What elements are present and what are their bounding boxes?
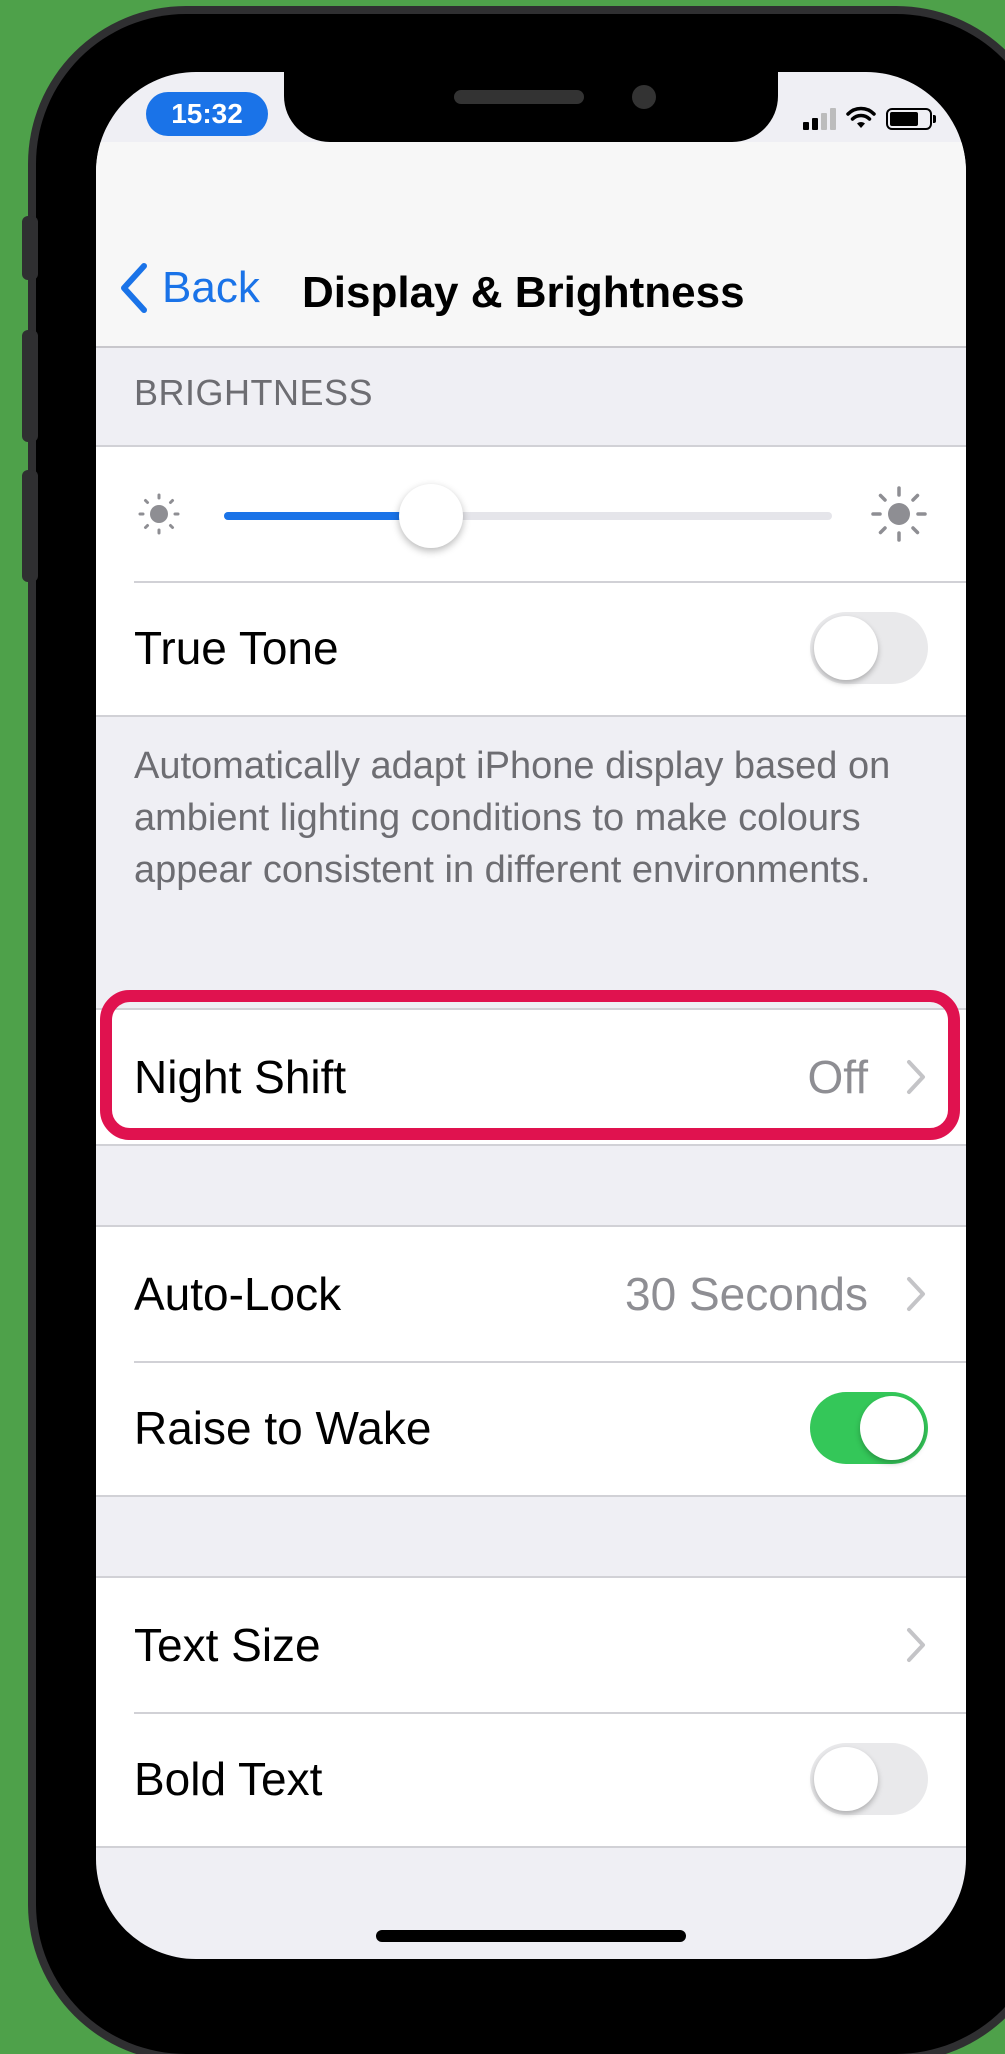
bold-text-label: Bold Text <box>134 1753 323 1805</box>
bold-text-row: Bold Text <box>96 1712 966 1846</box>
text-size-row[interactable]: Text Size <box>96 1578 966 1712</box>
night-shift-group: Night Shift Off <box>96 1008 966 1146</box>
page-title: Display & Brightness <box>302 268 745 317</box>
cellular-signal-icon <box>803 108 836 130</box>
true-tone-toggle[interactable] <box>810 612 928 684</box>
true-tone-label: True Tone <box>134 622 339 674</box>
text-size-label: Text Size <box>134 1619 321 1671</box>
raise-to-wake-row: Raise to Wake <box>96 1361 966 1495</box>
battery-icon <box>886 108 936 130</box>
brightness-group: True Tone <box>96 445 966 717</box>
status-icons <box>803 106 936 130</box>
true-tone-row: True Tone <box>96 581 966 715</box>
speaker-grille <box>454 90 584 104</box>
night-shift-value: Off <box>807 1051 868 1103</box>
auto-lock-label: Auto-Lock <box>134 1268 342 1320</box>
back-button[interactable]: Back <box>114 260 260 316</box>
back-label: Back <box>162 263 260 312</box>
chevron-left-icon <box>121 263 147 313</box>
night-shift-row[interactable]: Night Shift Off <box>96 1010 966 1144</box>
side-button-volume-down <box>22 470 38 582</box>
text-group: Text Size Bold Text <box>96 1576 966 1848</box>
screen: 15:32 Back Display & Brightness BRIGHTNE… <box>96 72 966 1959</box>
side-button-silent <box>22 216 38 280</box>
true-tone-footnote: Automatically adapt iPhone display based… <box>134 745 891 891</box>
chevron-right-icon <box>907 1060 925 1094</box>
toggle-knob <box>814 616 878 680</box>
chevron-right-icon <box>907 1277 925 1311</box>
status-time[interactable]: 15:32 <box>146 92 268 136</box>
chevron-right-icon <box>907 1628 925 1662</box>
raise-to-wake-label: Raise to Wake <box>134 1402 432 1454</box>
navigation-bar: Back Display & Brightness <box>96 142 966 348</box>
night-shift-label: Night Shift <box>134 1051 347 1103</box>
bold-text-toggle[interactable] <box>810 1743 928 1815</box>
sun-small-icon <box>138 493 180 535</box>
notch <box>284 72 778 142</box>
brightness-track[interactable] <box>224 512 832 520</box>
toggle-knob <box>860 1396 924 1460</box>
auto-lock-row[interactable]: Auto-Lock 30 Seconds <box>96 1227 966 1361</box>
raise-to-wake-toggle[interactable] <box>810 1392 928 1464</box>
auto-lock-value: 30 Seconds <box>625 1268 868 1320</box>
brightness-thumb[interactable] <box>398 484 463 548</box>
toggle-knob <box>814 1747 878 1811</box>
brightness-slider-row <box>96 447 966 581</box>
lock-group: Auto-Lock 30 Seconds Raise to Wake <box>96 1225 966 1497</box>
front-camera <box>632 85 656 109</box>
side-button-volume-up <box>22 330 38 442</box>
wifi-icon <box>846 106 876 128</box>
sun-large-icon <box>871 486 927 542</box>
section-header-brightness: BRIGHTNESS <box>134 372 374 413</box>
home-indicator[interactable] <box>376 1930 686 1942</box>
